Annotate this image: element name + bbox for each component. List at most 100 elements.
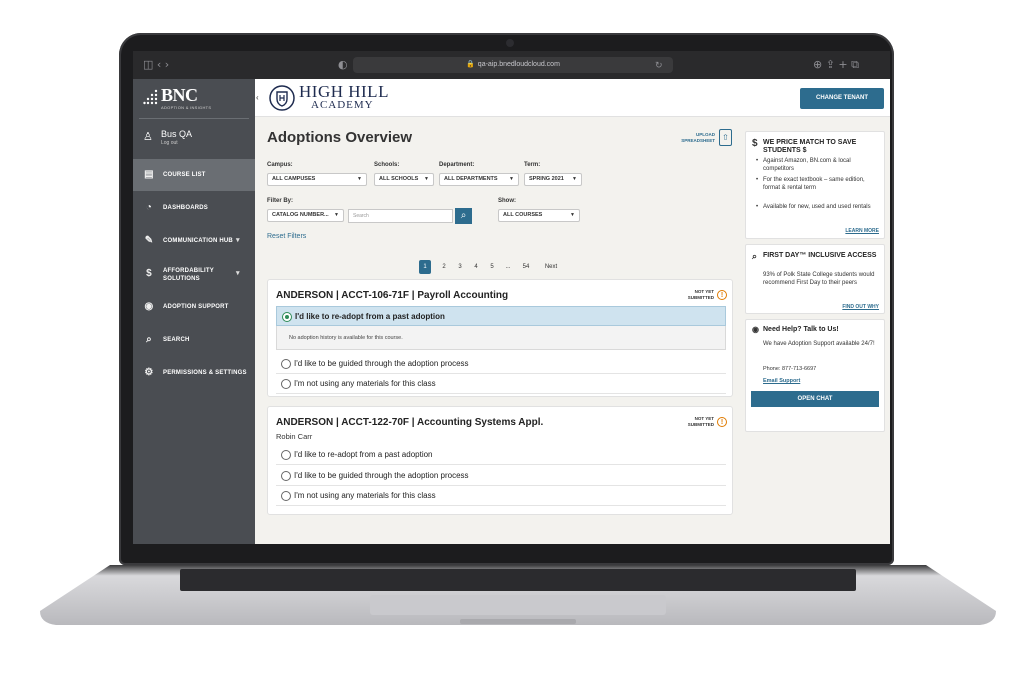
radio[interactable] [281, 379, 291, 389]
status-line: SUBMITTED [687, 295, 714, 300]
guided-option[interactable]: I'd like to be guided through the adopti… [276, 354, 726, 374]
nav-dashboards[interactable]: ◔ DASHBOARDS [133, 192, 255, 224]
no-materials-option[interactable]: I'm not using any materials for this cla… [276, 374, 726, 394]
page-button[interactable]: 3 [455, 260, 465, 274]
page-title: Adoptions Overview [267, 129, 413, 146]
search-icon: ⌕ [460, 210, 467, 221]
nav-affordability-solutions[interactable]: $ AFFORDABILITY SOLUTIONS ▾ [133, 258, 255, 290]
pie-chart-icon: ◔ [145, 202, 153, 213]
school-name: HIGH HILL [299, 82, 389, 101]
url-text: qa-aip.bnedloudcloud.com [477, 61, 560, 68]
first-day-panel: ⌕ FIRST DAY™ INCLUSIVE ACCESS 93% of Pol… [745, 244, 885, 314]
option-label: I'd like to re-adopt from a past adoptio… [294, 450, 433, 459]
show-select[interactable]: ALL COURSES ▼ [498, 209, 580, 222]
radio-selected[interactable] [282, 312, 292, 322]
schools-select[interactable]: ALL SCHOOLS ▼ [374, 173, 434, 186]
bnc-logo[interactable]: BNC ADOPTION & INSIGHTS [139, 85, 249, 119]
find-out-why-link[interactable]: FIND OUT WHY [842, 304, 879, 310]
guided-option[interactable]: I'd like to be guided through the adopti… [276, 466, 726, 486]
gear-icon: ⚙ [144, 367, 154, 378]
support-icon: ◉ [144, 301, 154, 312]
page-ellipsis: ... [505, 264, 511, 270]
nav-communication-hub[interactable]: ✎ COMMUNICATION HUB ▾ [133, 225, 255, 257]
logo-text: BNC [161, 85, 198, 105]
warning-icon: ! [717, 290, 727, 300]
nav-adoption-support[interactable]: ◉ ADOPTION SUPPORT [133, 291, 255, 323]
help-panel: ◉ Need Help? Talk to Us! We have Adoptio… [745, 319, 885, 432]
nav-permissions-settings[interactable]: ⚙ PERMISSIONS & SETTINGS [133, 357, 255, 389]
department-label: Department: [439, 162, 475, 168]
user-name: Bus QA [161, 129, 193, 139]
panel-text: We have Adoption Support available 24/7! [763, 341, 875, 347]
no-materials-option[interactable]: I'm not using any materials for this cla… [276, 486, 726, 506]
learn-more-link[interactable]: LEARN MORE [845, 228, 879, 234]
campus-select[interactable]: ALL CAMPUSES ▼ [267, 173, 367, 186]
upload-label-2: SPREADSHEET [681, 138, 715, 143]
next-page-button[interactable]: Next [541, 260, 561, 274]
change-tenant-button[interactable]: CHANGE TENANT [800, 88, 884, 109]
browser-right-controls[interactable]: ⊕ ⇪ + ⧉ [813, 58, 859, 72]
main-content: Adoptions Overview UPLOAD SPREADSHEET ⇧ … [255, 117, 735, 544]
select-value: ALL DEPARTMENTS [444, 176, 498, 182]
nav-label: COMMUNICATION HUB [163, 238, 233, 244]
bullet-item: Available for new, used and used rentals [756, 204, 880, 212]
reset-filters-link[interactable]: Reset Filters [267, 233, 306, 240]
clipboard-icon: ▤ [144, 169, 154, 180]
browser-nav-controls[interactable]: ◫ ‹ › [143, 58, 169, 72]
adoption-history-message: No adoption history is available for thi… [276, 326, 726, 350]
upload-spreadsheet-link[interactable]: UPLOAD SPREADSHEET [675, 132, 715, 144]
course-card: ANDERSON | ACCT-122-70F | Accounting Sys… [267, 406, 733, 515]
chevron-down-icon: ▼ [334, 212, 339, 218]
nav-course-list[interactable]: ▤ COURSE LIST [133, 159, 255, 191]
email-support-link[interactable]: Email Support [763, 378, 881, 386]
page-button[interactable]: 5 [487, 260, 497, 274]
page-button[interactable]: 1 [419, 260, 431, 274]
option-label: I'd like to be guided through the adopti… [294, 471, 469, 480]
nav-label: COURSE LIST [163, 172, 206, 178]
page-button[interactable]: 54 [519, 260, 533, 274]
readopt-option[interactable]: I'd like to re-adopt from a past adoptio… [276, 445, 726, 465]
school-crest-icon [269, 85, 295, 111]
logout-link[interactable]: Log out [161, 140, 178, 146]
option-label: I'd like to be guided through the adopti… [294, 359, 469, 368]
term-select[interactable]: SPRING 2021 ▼ [524, 173, 582, 186]
page-button[interactable]: 2 [439, 260, 449, 274]
page-button[interactable]: 4 [471, 260, 481, 274]
reload-icon[interactable]: ↻ [655, 57, 663, 73]
nav-label: DASHBOARDS [163, 205, 209, 211]
radio[interactable] [281, 471, 291, 481]
course-card: ANDERSON | ACCT-106-71F | Payroll Accoun… [267, 279, 733, 397]
radio[interactable] [281, 491, 291, 501]
top-header: ‹ HIGH HILL ACADEMY CHANGE TENANT [255, 79, 890, 117]
select-value: ALL CAMPUSES [272, 176, 316, 182]
chevron-down-icon: ▼ [424, 176, 429, 182]
radio[interactable] [281, 359, 291, 369]
bullet-item: Against Amazon, BN.com & local competito… [756, 158, 880, 173]
search-button[interactable]: ⌕ [455, 208, 472, 224]
warning-icon: ! [717, 417, 727, 427]
filter-by-select[interactable]: CATALOG NUMBER... ▼ [267, 209, 344, 222]
chevron-down-icon: ▼ [357, 176, 362, 182]
dollar-icon: $ [146, 268, 152, 279]
status-badge: NOT YET SUBMITTED [674, 416, 714, 428]
collapse-sidebar-icon[interactable]: ‹ [256, 93, 259, 102]
chevron-down-icon: ▾ [236, 270, 240, 277]
select-value: SPRING 2021 [529, 176, 564, 182]
chevron-down-icon: ▾ [236, 237, 240, 244]
term-label: Term: [524, 162, 541, 168]
open-chat-button[interactable]: OPEN CHAT [751, 391, 879, 407]
price-match-panel: $ WE PRICE MATCH TO SAVE STUDENTS $ Agai… [745, 131, 885, 239]
readopt-option[interactable]: I'd like to re-adopt from a past adoptio… [276, 306, 726, 326]
upload-icon[interactable]: ⇧ [719, 129, 732, 146]
status-badge: NOT YET SUBMITTED [674, 289, 714, 301]
show-label: Show: [498, 198, 516, 204]
bullet-item: For the exact textbook – same edition, f… [756, 177, 880, 192]
option-label: I'd like to re-adopt from a past adoptio… [295, 312, 445, 321]
department-select[interactable]: ALL DEPARTMENTS ▼ [439, 173, 519, 186]
search-input[interactable]: Search [348, 209, 453, 223]
user-block: ♙ Bus QA Log out [143, 127, 248, 153]
address-bar[interactable]: 🔒 qa-aip.bnedloudcloud.com [353, 57, 673, 73]
panel-title: WE PRICE MATCH TO SAVE STUDENTS $ [763, 139, 857, 154]
nav-search[interactable]: ⌕ SEARCH [133, 324, 255, 356]
radio[interactable] [281, 450, 291, 460]
